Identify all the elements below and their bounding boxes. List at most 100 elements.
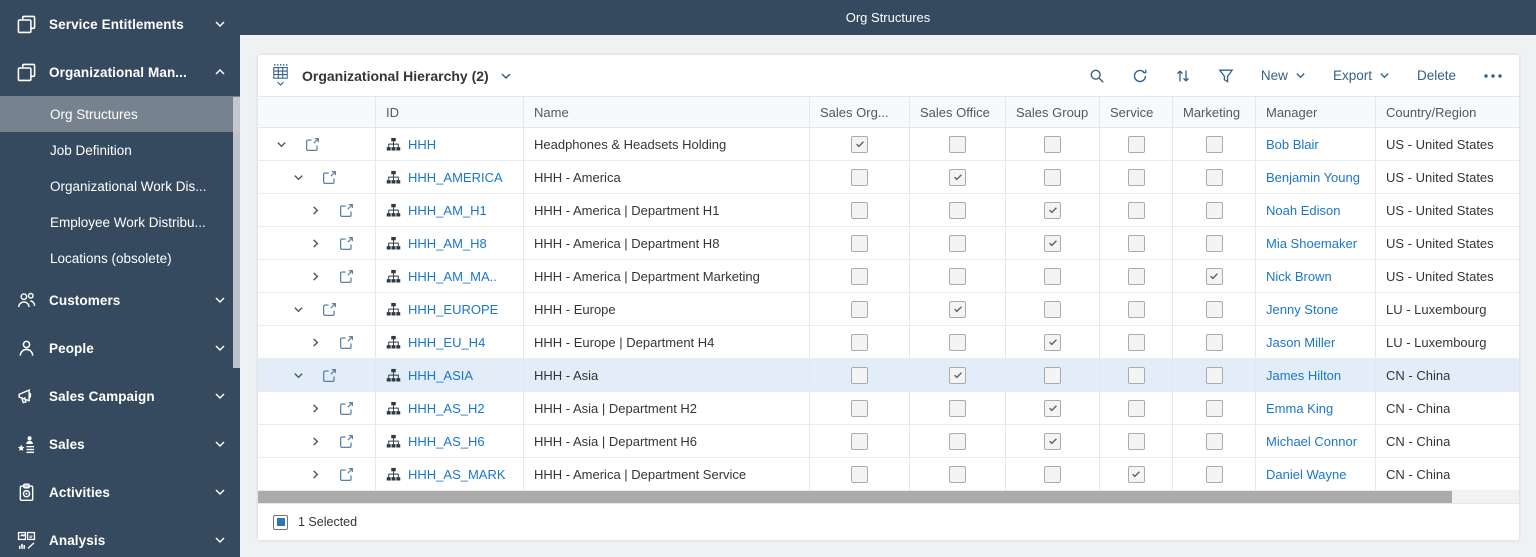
sales-org-checkbox[interactable] [851, 432, 868, 450]
sidebar-subitem-employee-work-distribu[interactable]: Employee Work Distribu... [0, 204, 240, 240]
horizontal-scrollbar-thumb[interactable] [258, 491, 1453, 503]
open-details-icon[interactable] [339, 269, 354, 284]
open-details-icon[interactable] [322, 302, 337, 317]
sales-org-checkbox[interactable] [851, 366, 868, 384]
marketing-checkbox[interactable] [1205, 267, 1223, 285]
row-id-link[interactable]: HHH_AMERICA [408, 170, 503, 185]
open-details-icon[interactable] [339, 236, 354, 251]
sales-office-checkbox[interactable] [949, 300, 966, 318]
expand-node-icon[interactable] [310, 271, 321, 282]
sales-office-checkbox[interactable] [949, 201, 966, 219]
row-id-link[interactable]: HHH_AM_MA.. [408, 269, 497, 284]
sales-office-checkbox[interactable] [949, 267, 966, 285]
view-switch-button[interactable] [272, 63, 289, 88]
sales-group-checkbox[interactable] [1044, 168, 1061, 186]
sales-office-checkbox[interactable] [949, 432, 966, 450]
table-row[interactable]: HHH_AS_H6 HHH - Asia | Department H6 Micha… [258, 425, 1519, 458]
service-checkbox[interactable] [1127, 135, 1145, 153]
marketing-checkbox[interactable] [1205, 399, 1223, 417]
manager-link[interactable]: Michael Connor [1266, 434, 1357, 449]
filter-button[interactable] [1218, 68, 1234, 84]
manager-link[interactable]: Emma King [1266, 401, 1333, 416]
sidebar-item-customers[interactable]: Customers [0, 276, 240, 324]
table-row[interactable]: HHH_AS_H2 HHH - Asia | Department H2 Emma … [258, 392, 1519, 425]
marketing-checkbox[interactable] [1205, 432, 1223, 450]
export-button[interactable]: Export [1333, 68, 1390, 83]
sidebar-scrollbar[interactable] [233, 97, 240, 368]
collapse-node-icon[interactable] [293, 304, 304, 315]
manager-link[interactable]: Benjamin Young [1266, 170, 1360, 185]
column-header-sales-office[interactable]: Sales Office [910, 97, 1006, 127]
marketing-checkbox[interactable] [1205, 465, 1223, 483]
manager-link[interactable]: Jason Miller [1266, 335, 1335, 350]
sales-org-checkbox[interactable] [851, 465, 868, 483]
sidebar-item-people[interactable]: People [0, 324, 240, 372]
sidebar-subitem-organizational-work-dis[interactable]: Organizational Work Dis... [0, 168, 240, 204]
manager-link[interactable]: Nick Brown [1266, 269, 1332, 284]
sales-group-checkbox[interactable] [1044, 300, 1061, 318]
sidebar-item-analysis[interactable]: Analysis [0, 516, 240, 557]
delete-button[interactable]: Delete [1417, 68, 1456, 83]
column-header-sales-group[interactable]: Sales Group [1006, 97, 1100, 127]
sales-group-checkbox[interactable] [1044, 234, 1061, 252]
service-checkbox[interactable] [1127, 465, 1145, 483]
service-checkbox[interactable] [1127, 333, 1145, 351]
new-button[interactable]: New [1261, 68, 1306, 83]
row-id-link[interactable]: HHH [408, 137, 436, 152]
row-id-link[interactable]: HHH_AM_H1 [408, 203, 487, 218]
expand-node-icon[interactable] [310, 238, 321, 249]
service-checkbox[interactable] [1127, 399, 1145, 417]
sales-office-checkbox[interactable] [949, 135, 966, 153]
open-details-icon[interactable] [305, 137, 320, 152]
table-row[interactable]: HHH_ASIA HHH - Asia James Hilton CN - China [258, 359, 1519, 392]
sales-group-checkbox[interactable] [1044, 135, 1061, 153]
service-checkbox[interactable] [1127, 168, 1145, 186]
table-row[interactable]: HHH_EU_H4 HHH - Europe | Department H4 Jas… [258, 326, 1519, 359]
sales-group-checkbox[interactable] [1044, 432, 1061, 450]
sales-office-checkbox[interactable] [949, 234, 966, 252]
service-checkbox[interactable] [1127, 300, 1145, 318]
table-row[interactable]: HHH_AM_H1 HHH - America | Department H1 No… [258, 194, 1519, 227]
sales-group-checkbox[interactable] [1044, 465, 1061, 483]
row-id-link[interactable]: HHH_AS_H6 [408, 434, 485, 449]
column-header-name[interactable]: Name [524, 97, 810, 127]
marketing-checkbox[interactable] [1205, 333, 1223, 351]
sort-button[interactable] [1175, 68, 1191, 84]
collapse-node-icon[interactable] [293, 370, 304, 381]
manager-link[interactable]: James Hilton [1266, 368, 1341, 383]
row-id-link[interactable]: HHH_EUROPE [408, 302, 498, 317]
manager-link[interactable]: Bob Blair [1266, 137, 1319, 152]
sales-org-checkbox[interactable] [851, 267, 868, 285]
sales-group-checkbox[interactable] [1044, 201, 1061, 219]
service-checkbox[interactable] [1127, 201, 1145, 219]
column-header-sales-org[interactable]: Sales Org... [810, 97, 910, 127]
table-row[interactable]: HHH_AS_MARK HHH - America | Department Se… [258, 458, 1519, 491]
row-id-link[interactable]: HHH_AS_MARK [408, 467, 506, 482]
row-id-link[interactable]: HHH_AS_H2 [408, 401, 485, 416]
table-row[interactable]: HHH_AM_MA.. HHH - America | Department Ma… [258, 260, 1519, 293]
selection-summary-checkbox[interactable] [273, 514, 288, 530]
expand-node-icon[interactable] [310, 337, 321, 348]
sidebar-subitem-locations-obsolete[interactable]: Locations (obsolete) [0, 240, 240, 276]
search-button[interactable] [1089, 68, 1105, 84]
row-id-link[interactable]: HHH_EU_H4 [408, 335, 485, 350]
sales-office-checkbox[interactable] [949, 465, 966, 483]
sales-office-checkbox[interactable] [949, 399, 966, 417]
manager-link[interactable]: Jenny Stone [1266, 302, 1338, 317]
sales-org-checkbox[interactable] [851, 135, 868, 153]
open-details-icon[interactable] [322, 170, 337, 185]
service-checkbox[interactable] [1127, 432, 1145, 450]
row-id-link[interactable]: HHH_ASIA [408, 368, 473, 383]
column-header-country-region[interactable]: Country/Region [1376, 97, 1519, 127]
sales-office-checkbox[interactable] [949, 333, 966, 351]
sales-office-checkbox[interactable] [949, 366, 966, 384]
open-details-icon[interactable] [322, 368, 337, 383]
sales-org-checkbox[interactable] [851, 201, 868, 219]
marketing-checkbox[interactable] [1205, 168, 1223, 186]
open-details-icon[interactable] [339, 203, 354, 218]
marketing-checkbox[interactable] [1205, 366, 1223, 384]
sidebar-subitem-org-structures[interactable]: Org Structures [0, 96, 240, 132]
sidebar-item-service-entitlements[interactable]: Service Entitlements [0, 0, 240, 48]
open-details-icon[interactable] [339, 467, 354, 482]
open-details-icon[interactable] [339, 401, 354, 416]
